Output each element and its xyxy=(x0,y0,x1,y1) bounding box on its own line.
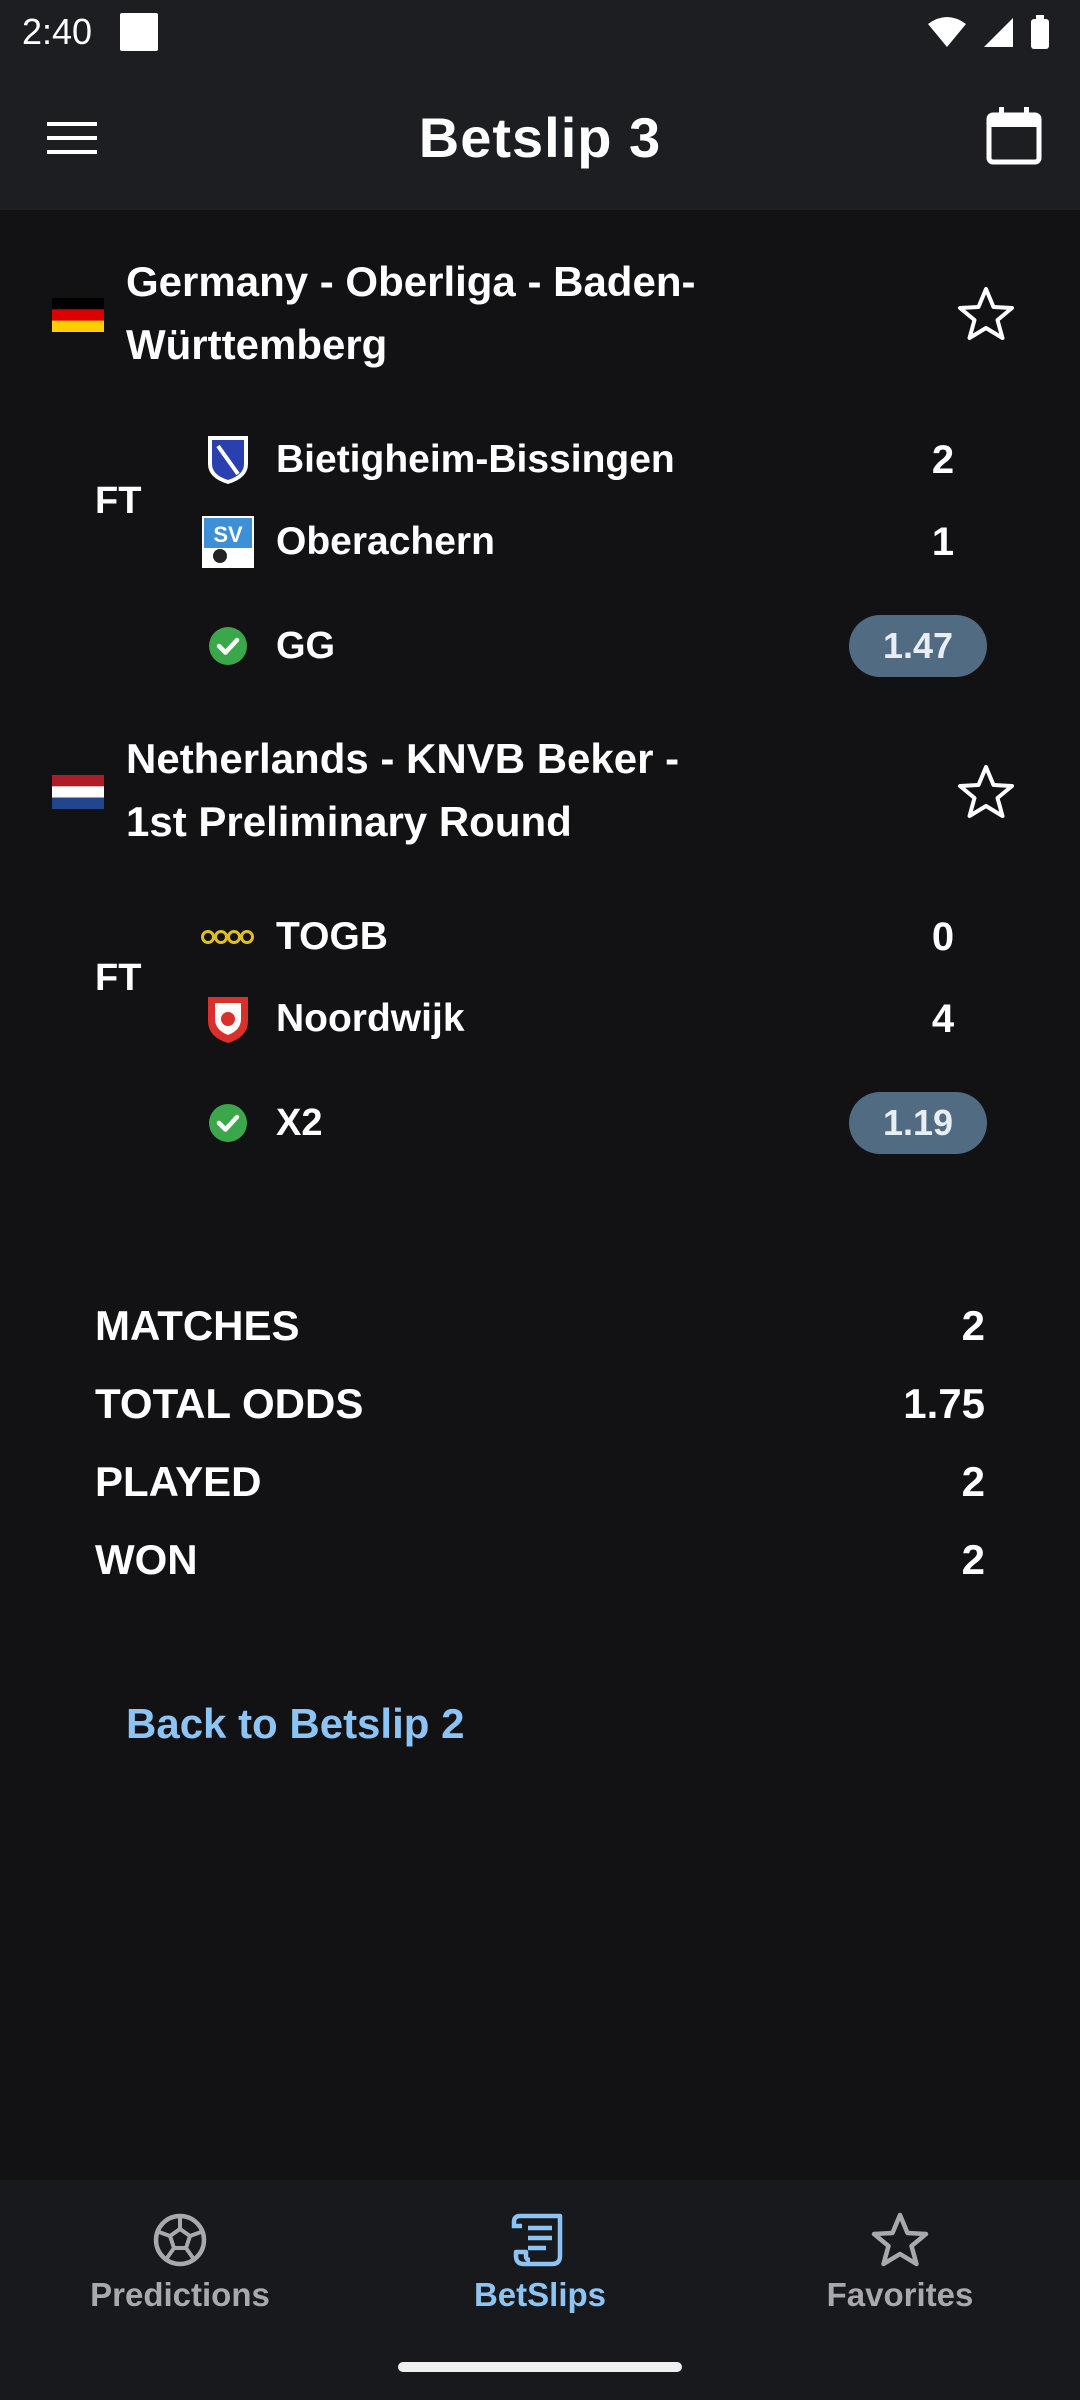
away-team-row[interactable]: Noordwijk 4 xyxy=(200,989,990,1049)
menu-icon xyxy=(47,122,97,154)
summary-label: TOTAL ODDS xyxy=(95,1380,364,1427)
pick-row: GG 1.47 xyxy=(200,614,990,678)
match-status: FT xyxy=(95,957,142,999)
nav-label: Predictions xyxy=(90,2276,270,2313)
app-bar: Betslip 3 xyxy=(0,64,1080,210)
star-icon xyxy=(958,287,1014,340)
scroll-icon xyxy=(510,2210,570,2270)
pick-label: GG xyxy=(276,624,336,667)
favorite-star-button[interactable] xyxy=(956,284,1016,344)
wifi-icon xyxy=(928,17,966,47)
summary-value: 2 xyxy=(961,1536,985,1583)
nav-predictions[interactable]: Predictions xyxy=(50,2210,310,2314)
nav-betslips[interactable]: BetSlips xyxy=(410,2210,670,2314)
league-name: Netherlands - KNVB Beker - 1st Prelimina… xyxy=(126,735,680,845)
home-team-row[interactable]: Bietigheim-Bissingen 2 xyxy=(200,430,990,490)
team-name: Oberachern xyxy=(276,520,495,563)
odds-badge: 1.19 xyxy=(849,1092,987,1154)
status-left: 2:40 xyxy=(22,11,159,53)
team-score: 0 xyxy=(931,914,955,959)
battery-icon xyxy=(1031,15,1049,49)
club-logo-icon: SV xyxy=(202,516,254,568)
team-name: Bietigheim-Bissingen xyxy=(276,438,675,481)
team-logo: SV xyxy=(200,514,256,570)
svg-text:SV: SV xyxy=(213,522,243,547)
nav-label: BetSlips xyxy=(473,2276,607,2313)
away-team-row[interactable]: SV Oberachern 1 xyxy=(200,512,990,572)
rings-logo-icon xyxy=(201,930,254,944)
star-icon xyxy=(870,2210,930,2270)
summary-won: WON 2 xyxy=(95,1521,985,1599)
summary-label: PLAYED xyxy=(95,1458,262,1505)
favorite-star-button[interactable] xyxy=(956,762,1016,822)
team-score: 4 xyxy=(931,996,955,1041)
summary-value: 1.75 xyxy=(903,1380,985,1427)
calendar-icon xyxy=(986,107,1042,165)
summary-value: 2 xyxy=(961,1302,985,1349)
summary-played: PLAYED 2 xyxy=(95,1443,985,1521)
status-right xyxy=(928,15,1050,49)
odds-badge: 1.47 xyxy=(849,615,987,677)
team-logo xyxy=(200,909,256,965)
team-score: 1 xyxy=(931,519,955,564)
status-time: 2:40 xyxy=(22,11,93,52)
netherlands-flag-icon xyxy=(52,775,104,809)
team-name: TOGB xyxy=(276,915,388,958)
summary-label: MATCHES xyxy=(95,1302,300,1349)
menu-button[interactable] xyxy=(44,110,100,166)
summary-total-odds: TOTAL ODDS 1.75 xyxy=(95,1365,985,1443)
team-logo xyxy=(200,991,256,1047)
notification-icon xyxy=(120,13,159,51)
pick-label: X2 xyxy=(276,1101,323,1144)
page-title: Betslip 3 xyxy=(418,105,662,169)
summary-matches: MATCHES 2 xyxy=(95,1287,985,1365)
germany-flag-icon xyxy=(52,298,104,332)
check-circle-icon xyxy=(209,1104,247,1142)
league-name: Germany - Oberliga - Baden-Württemberg xyxy=(126,258,696,368)
signal-icon xyxy=(984,18,1013,47)
pick-row: X2 1.19 xyxy=(200,1091,990,1155)
soccer-ball-icon xyxy=(150,2210,210,2270)
status-bar: 2:40 xyxy=(0,0,1080,64)
shield-logo-icon xyxy=(208,436,248,484)
nav-label: Favorites xyxy=(826,2276,974,2313)
home-team-row[interactable]: TOGB 0 xyxy=(200,907,990,967)
summary-value: 2 xyxy=(961,1458,985,1505)
star-icon xyxy=(958,765,1014,818)
summary-label: WON xyxy=(95,1536,198,1583)
team-logo xyxy=(200,432,256,488)
home-indicator[interactable] xyxy=(398,2362,682,2372)
check-circle-icon xyxy=(209,627,247,665)
back-to-betslip-link[interactable]: Back to Betslip 2 xyxy=(126,1700,464,1748)
nav-favorites[interactable]: Favorites xyxy=(770,2210,1030,2314)
calendar-button[interactable] xyxy=(982,104,1046,168)
betslip-summary: MATCHES 2 TOTAL ODDS 1.75 PLAYED 2 WON 2 xyxy=(95,1287,985,1599)
team-score: 2 xyxy=(931,437,955,482)
crest-logo-icon xyxy=(208,997,248,1043)
match-status: FT xyxy=(95,480,142,522)
team-name: Noordwijk xyxy=(276,997,465,1040)
